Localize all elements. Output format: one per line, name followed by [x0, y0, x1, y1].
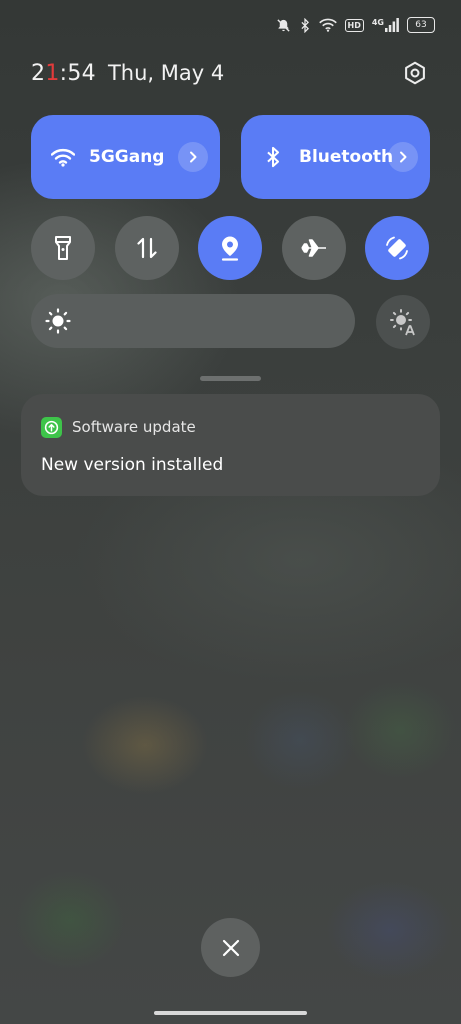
bluetooth-label: Bluetooth — [299, 147, 394, 167]
brightness-slider[interactable] — [31, 294, 355, 348]
airplane-icon — [301, 239, 326, 257]
clock-minutes: :54 — [59, 60, 96, 86]
airplane-mode-toggle[interactable] — [282, 216, 346, 280]
location-icon — [221, 236, 239, 261]
location-toggle[interactable] — [198, 216, 262, 280]
settings-button[interactable] — [400, 58, 430, 88]
panel-drag-handle[interactable] — [200, 376, 261, 381]
wifi-icon — [318, 18, 337, 32]
notification-message: New version installed — [41, 455, 224, 475]
wifi-details-button[interactable] — [178, 142, 208, 172]
wifi-network-name: 5GGang — [89, 147, 165, 167]
auto-brightness-toggle[interactable] — [376, 295, 430, 349]
mute-icon — [276, 18, 291, 33]
notification-app-name: Software update — [72, 418, 196, 436]
clock-hour-digit-1: 2 — [31, 60, 46, 86]
clock-row: 21:54 Thu, May 4 — [31, 58, 430, 88]
auto-rotate-toggle[interactable] — [365, 216, 429, 280]
clock-hour-digit-2: 1 — [45, 60, 60, 86]
network-type-label: 4G — [371, 18, 384, 27]
brightness-icon — [45, 308, 71, 334]
chevron-right-icon — [190, 151, 197, 163]
close-icon — [222, 939, 239, 956]
date-label: Thu, May 4 — [107, 61, 225, 85]
settings-icon — [405, 61, 425, 85]
chevron-right-icon — [400, 151, 407, 163]
wifi-icon — [51, 145, 75, 169]
flashlight-toggle[interactable] — [31, 216, 95, 280]
gesture-navigation-bar[interactable] — [154, 1011, 307, 1015]
clear-notifications-button[interactable] — [201, 918, 260, 977]
battery-icon: 63 — [407, 17, 435, 33]
notification-card[interactable]: Software update New version installed — [21, 394, 440, 496]
4g-signal-icon: 4G — [372, 18, 399, 32]
flashlight-icon — [55, 236, 71, 260]
bluetooth-icon — [261, 145, 285, 169]
bluetooth-icon — [299, 17, 311, 33]
auto-rotate-icon — [386, 236, 408, 260]
status-bar: HD 4G 63 — [276, 14, 435, 36]
bluetooth-tile[interactable]: Bluetooth — [241, 115, 430, 199]
auto-brightness-icon — [390, 309, 415, 336]
clock: 21:54 — [31, 61, 96, 86]
mobile-data-icon — [137, 237, 157, 259]
update-icon — [41, 417, 62, 438]
hd-icon: HD — [344, 18, 364, 32]
wifi-tile[interactable]: 5GGang — [31, 115, 220, 199]
bluetooth-details-button[interactable] — [388, 142, 418, 172]
mobile-data-toggle[interactable] — [115, 216, 179, 280]
